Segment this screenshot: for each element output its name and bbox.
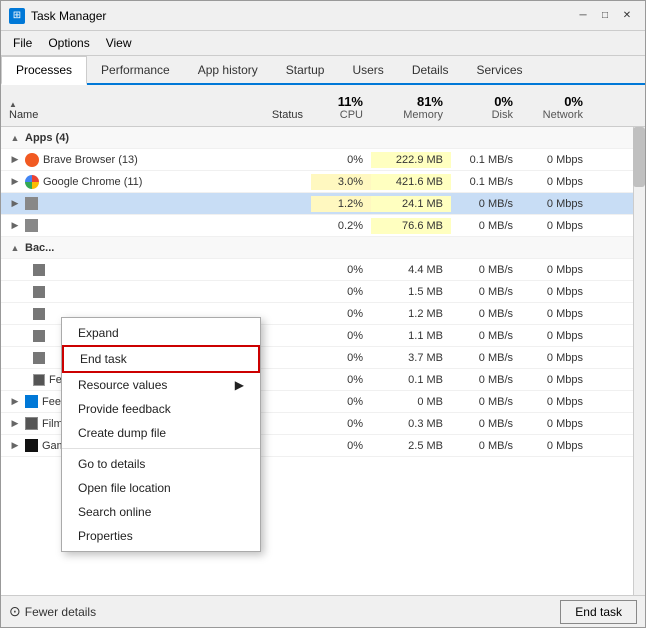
- col-network[interactable]: 0% Network: [521, 88, 591, 123]
- window-controls: ─ □ ✕: [573, 7, 637, 25]
- row-bg2[interactable]: 0% 1.5 MB 0 MB/s 0 Mbps: [1, 281, 645, 303]
- row-selected[interactable]: ▶ 1.2% 24.1 MB 0 MB/s 0 Mbps: [1, 193, 645, 215]
- fewer-details-label: Fewer details: [25, 605, 96, 619]
- tab-details[interactable]: Details: [398, 56, 463, 85]
- footer: ⊙ Fewer details End task: [1, 595, 645, 627]
- row4-icon: [25, 219, 38, 232]
- gaming-icon: [25, 439, 38, 452]
- col-cpu[interactable]: 11% CPU: [311, 88, 371, 123]
- expand-brave-arrow[interactable]: ▶: [9, 154, 21, 166]
- table-header: ▲ Name Status 11% CPU 81% Memory 0% Disk…: [1, 85, 645, 127]
- tab-users[interactable]: Users: [338, 56, 397, 85]
- ctx-provide-feedback[interactable]: Provide feedback: [62, 397, 260, 421]
- tab-processes[interactable]: Processes: [1, 56, 87, 85]
- minimize-button[interactable]: ─: [573, 7, 593, 25]
- title-bar-left: ⊞ Task Manager: [9, 8, 106, 24]
- row-brave[interactable]: ▶ Brave Browser (13) 0% 222.9 MB 0.1 MB/…: [1, 149, 645, 171]
- row-chrome[interactable]: ▶ Google Chrome (11) 3.0% 421.6 MB 0.1 M…: [1, 171, 645, 193]
- submenu-arrow: ▶: [235, 378, 244, 392]
- maximize-button[interactable]: □: [595, 7, 615, 25]
- collapse-bg-arrow[interactable]: ▲: [9, 242, 21, 254]
- fewer-details-arrow: ⊙: [9, 603, 21, 620]
- scrollbar-thumb[interactable]: [633, 127, 645, 187]
- ctx-separator: [62, 448, 260, 449]
- section-apps[interactable]: ▲ Apps (4): [1, 127, 645, 149]
- ctx-go-to-details[interactable]: Go to details: [62, 452, 260, 476]
- tab-apphistory[interactable]: App history: [184, 56, 272, 85]
- ctx-end-task[interactable]: End task: [62, 345, 260, 373]
- task-manager-window: ⊞ Task Manager ─ □ ✕ File Options View P…: [0, 0, 646, 628]
- menu-bar: File Options View: [1, 31, 645, 56]
- bg4-icon: [33, 330, 45, 342]
- col-memory[interactable]: 81% Memory: [371, 88, 451, 123]
- ctx-create-dump[interactable]: Create dump file: [62, 421, 260, 445]
- table-body[interactable]: ▲ Apps (4) ▶ Brave Browser (13) 0% 222.9: [1, 127, 645, 595]
- menu-file[interactable]: File: [5, 33, 40, 53]
- ctx-properties[interactable]: Properties: [62, 524, 260, 548]
- expand-feeds-arrow[interactable]: ▶: [9, 396, 21, 408]
- brave-icon: [25, 153, 39, 167]
- ctx-resource-values[interactable]: Resource values ▶: [62, 373, 260, 397]
- expand-films-arrow[interactable]: ▶: [9, 418, 21, 430]
- section-apps-label: ▲ Apps (4): [1, 130, 231, 146]
- chrome-icon: [25, 175, 39, 189]
- tab-services[interactable]: Services: [463, 56, 537, 85]
- features-icon: [33, 374, 45, 386]
- fewer-details-button[interactable]: ⊙ Fewer details: [9, 603, 96, 620]
- row3-icon: [25, 197, 38, 210]
- title-bar: ⊞ Task Manager ─ □ ✕: [1, 1, 645, 31]
- col-name[interactable]: ▲ Name: [1, 88, 231, 123]
- bg5-icon: [33, 352, 45, 364]
- tab-bar: Processes Performance App history Startu…: [1, 56, 645, 85]
- tab-performance[interactable]: Performance: [87, 56, 184, 85]
- tab-startup[interactable]: Startup: [272, 56, 339, 85]
- expand-row4-arrow[interactable]: ▶: [9, 220, 21, 232]
- col-status[interactable]: Status: [231, 88, 311, 123]
- feeds-icon: [25, 395, 38, 408]
- bg2-icon: [33, 286, 45, 298]
- bg3-icon: [33, 308, 45, 320]
- content-area: ▲ Name Status 11% CPU 81% Memory 0% Disk…: [1, 85, 645, 595]
- close-button[interactable]: ✕: [617, 7, 637, 25]
- sort-arrow: ▲: [9, 100, 17, 109]
- expand-chrome-arrow[interactable]: ▶: [9, 176, 21, 188]
- menu-view[interactable]: View: [98, 33, 140, 53]
- expand-gaming-arrow[interactable]: ▶: [9, 440, 21, 452]
- menu-options[interactable]: Options: [40, 33, 97, 53]
- films-icon: [25, 417, 38, 430]
- col-disk[interactable]: 0% Disk: [451, 88, 521, 123]
- ctx-open-file-location[interactable]: Open file location: [62, 476, 260, 500]
- ctx-expand[interactable]: Expand: [62, 321, 260, 345]
- ctx-search-online[interactable]: Search online: [62, 500, 260, 524]
- collapse-apps-arrow[interactable]: ▲: [9, 132, 21, 144]
- bg1-icon: [33, 264, 45, 276]
- app-icon: ⊞: [9, 8, 25, 24]
- expand-row3-arrow[interactable]: ▶: [9, 198, 21, 210]
- end-task-button[interactable]: End task: [560, 600, 637, 624]
- section-background[interactable]: ▲ Bac...: [1, 237, 645, 259]
- context-menu: Expand End task Resource values ▶ Provid…: [61, 317, 261, 552]
- row-4[interactable]: ▶ 0.2% 76.6 MB 0 MB/s 0 Mbps: [1, 215, 645, 237]
- scrollbar-track[interactable]: [633, 127, 645, 595]
- row-bg1[interactable]: 0% 4.4 MB 0 MB/s 0 Mbps: [1, 259, 645, 281]
- window-title: Task Manager: [31, 9, 106, 23]
